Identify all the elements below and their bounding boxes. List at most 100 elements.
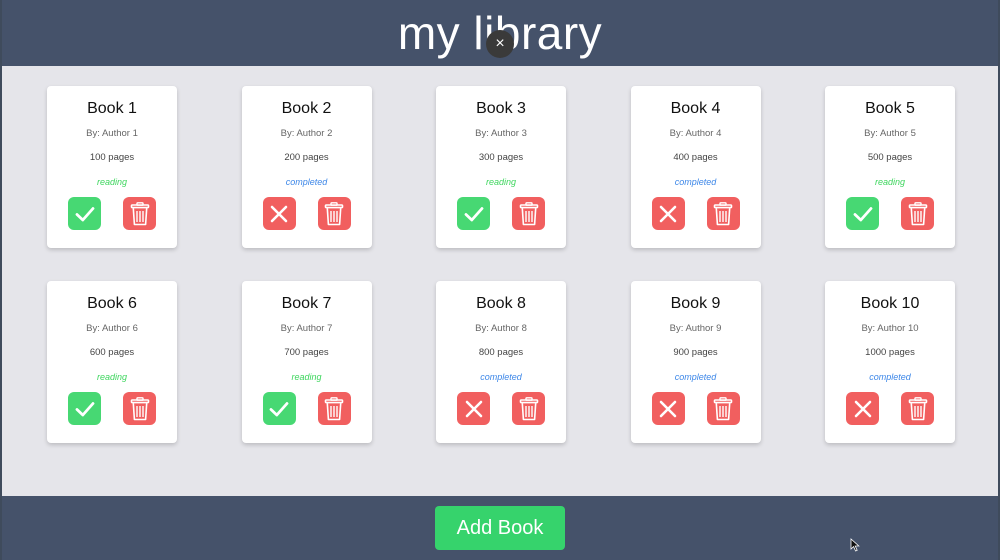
book-title: Book 1 — [87, 100, 137, 117]
check-icon — [268, 398, 290, 420]
book-card: Book 3 By: Author 3 300 pages reading — [436, 86, 566, 248]
book-actions — [457, 392, 545, 425]
book-actions — [846, 197, 934, 230]
book-card: Book 7 By: Author 7 700 pages reading — [241, 281, 372, 443]
book-pages: 100 pages — [89, 152, 135, 163]
book-card: Book 6 By: Author 6 600 pages reading — [47, 281, 177, 443]
book-card: Book 8 By: Author 8 800 pages completed — [436, 281, 566, 443]
trash-icon — [130, 396, 150, 421]
book-author: By: Author 3 — [475, 128, 527, 139]
book-title: Book 10 — [860, 295, 920, 312]
delete-book-button[interactable] — [901, 392, 934, 425]
delete-book-button[interactable] — [706, 197, 740, 230]
book-title: Book 4 — [670, 100, 721, 117]
book-actions — [68, 197, 156, 230]
book-grid-area: Book 1 By: Author 1 100 pages reading Book 2… — [0, 66, 1000, 496]
book-actions — [651, 197, 740, 230]
book-card: Book 1 By: Author 1 100 pages reading — [47, 86, 177, 248]
book-status: completed — [674, 177, 717, 187]
book-author: By: Author 10 — [861, 323, 919, 334]
book-actions — [846, 392, 934, 425]
book-status: completed — [480, 372, 522, 382]
book-card: Book 10 By: Author 10 1000 pages completed — [825, 281, 955, 443]
book-actions — [262, 392, 351, 425]
book-actions — [68, 392, 156, 425]
toggle-read-button[interactable] — [651, 197, 685, 230]
toggle-read-button[interactable] — [68, 197, 101, 230]
x-icon — [269, 204, 289, 224]
book-author: By: Author 5 — [864, 128, 916, 139]
book-status: completed — [869, 372, 911, 382]
delete-book-button[interactable] — [123, 392, 156, 425]
delete-book-button[interactable] — [512, 392, 545, 425]
book-title: Book 3 — [476, 100, 526, 117]
book-pages: 700 pages — [284, 347, 329, 358]
toggle-read-button[interactable] — [68, 392, 101, 425]
add-book-button[interactable]: Add Book — [435, 506, 565, 550]
book-card: Book 2 By: Author 2 200 pages completed — [241, 86, 372, 248]
trash-icon — [908, 396, 928, 421]
x-icon — [853, 399, 873, 419]
book-title: Book 8 — [476, 295, 526, 312]
trash-icon — [324, 201, 344, 226]
book-status: reading — [96, 372, 128, 382]
check-icon — [74, 203, 96, 225]
close-icon[interactable]: × — [486, 30, 514, 58]
delete-book-button[interactable] — [123, 197, 156, 230]
trash-icon — [130, 201, 150, 226]
book-author: By: Author 8 — [475, 323, 527, 334]
book-pages: 400 pages — [673, 152, 718, 163]
trash-icon — [324, 396, 344, 421]
toggle-read-button[interactable] — [651, 392, 685, 425]
x-icon — [464, 399, 484, 419]
book-title: Book 7 — [281, 295, 332, 312]
delete-book-button[interactable] — [317, 392, 351, 425]
book-author: By: Author 1 — [86, 128, 138, 139]
trash-icon — [519, 396, 539, 421]
book-actions — [651, 392, 740, 425]
book-pages: 500 pages — [867, 152, 913, 163]
trash-icon — [713, 201, 733, 226]
x-icon — [658, 204, 678, 224]
delete-book-button[interactable] — [317, 197, 351, 230]
book-pages: 300 pages — [478, 152, 524, 163]
toggle-read-button[interactable] — [457, 392, 490, 425]
app-header: my library × — [0, 0, 1000, 66]
book-pages: 900 pages — [673, 347, 718, 358]
book-actions — [457, 197, 545, 230]
book-card: Book 4 By: Author 4 400 pages completed — [630, 86, 761, 248]
delete-book-button[interactable] — [512, 197, 545, 230]
book-pages: 800 pages — [478, 347, 524, 358]
toggle-read-button[interactable] — [846, 197, 879, 230]
delete-book-button[interactable] — [901, 197, 934, 230]
book-grid: Book 1 By: Author 1 100 pages reading Book 2… — [47, 86, 955, 443]
book-author: By: Author 2 — [280, 128, 333, 139]
book-status: reading — [874, 177, 906, 187]
book-title: Book 2 — [281, 100, 332, 117]
toggle-read-button[interactable] — [262, 197, 296, 230]
book-title: Book 5 — [865, 100, 915, 117]
check-icon — [852, 203, 874, 225]
book-status: completed — [674, 372, 717, 382]
book-status: reading — [291, 372, 322, 382]
book-pages: 200 pages — [284, 152, 329, 163]
toggle-read-button[interactable] — [846, 392, 879, 425]
book-author: By: Author 6 — [86, 323, 138, 334]
trash-icon — [713, 396, 733, 421]
toggle-read-button[interactable] — [457, 197, 490, 230]
delete-book-button[interactable] — [706, 392, 740, 425]
check-icon — [74, 398, 96, 420]
book-title: Book 9 — [670, 295, 721, 312]
book-actions — [262, 197, 351, 230]
book-author: By: Author 9 — [669, 323, 722, 334]
book-pages: 600 pages — [89, 347, 135, 358]
toggle-read-button[interactable] — [262, 392, 296, 425]
check-icon — [463, 203, 485, 225]
mouse-cursor-icon — [850, 538, 860, 552]
x-icon — [658, 399, 678, 419]
book-status: completed — [285, 177, 328, 187]
book-title: Book 6 — [87, 295, 137, 312]
book-status: reading — [96, 177, 128, 187]
book-author: By: Author 7 — [280, 323, 333, 334]
trash-icon — [908, 201, 928, 226]
